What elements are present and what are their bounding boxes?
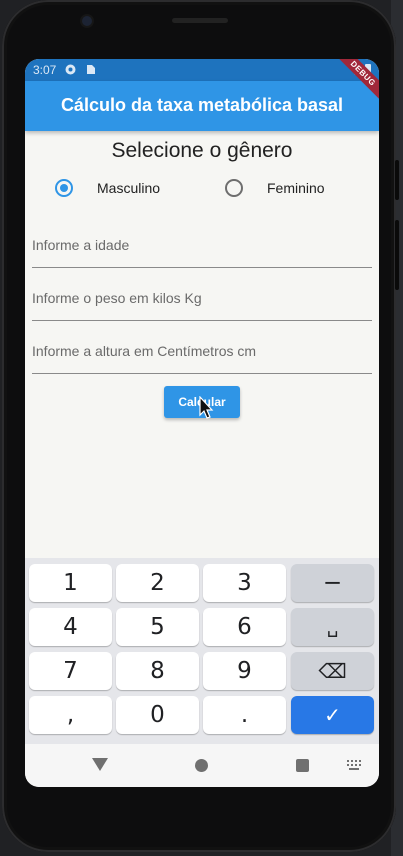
radio-button-male[interactable]: [55, 179, 73, 197]
gender-radio-group: Masculino Feminino: [25, 177, 379, 199]
key-5[interactable]: 5: [116, 608, 199, 646]
age-field: [32, 225, 372, 268]
sd-card-icon: [87, 65, 95, 74]
volume-button: [395, 220, 399, 290]
weight-input[interactable]: [32, 278, 372, 318]
app-screen: 3:07 Cálculo da taxa metabólica basal DE…: [25, 59, 379, 787]
key-comma[interactable]: ,: [29, 696, 112, 734]
notification-icon: [65, 64, 76, 75]
key-space[interactable]: ␣: [291, 608, 374, 646]
key-done[interactable]: ✓: [291, 696, 374, 734]
radio-button-female[interactable]: [225, 179, 243, 197]
key-period[interactable]: .: [203, 696, 286, 734]
key-9[interactable]: 9: [203, 652, 286, 690]
key-3[interactable]: 3: [203, 564, 286, 602]
height-field: [32, 331, 372, 374]
front-camera: [82, 16, 92, 26]
radio-option-male[interactable]: Masculino: [55, 177, 160, 199]
phone-frame: 3:07 Cálculo da taxa metabólica basal DE…: [2, 0, 399, 852]
power-button: [395, 160, 399, 200]
mouse-cursor-icon: [199, 396, 214, 419]
status-bar: 3:07: [25, 59, 379, 81]
age-input[interactable]: [32, 225, 372, 265]
radio-label-female: Feminino: [267, 180, 325, 196]
system-nav-bar: [25, 744, 379, 787]
height-input[interactable]: [32, 331, 372, 371]
status-time: 3:07: [33, 63, 57, 77]
app-bar: Cálculo da taxa metabólica basal: [25, 81, 379, 131]
key-backspace[interactable]: ⌫: [291, 652, 374, 690]
radio-option-female[interactable]: Feminino: [225, 177, 325, 199]
home-icon[interactable]: [195, 759, 208, 772]
earpiece-speaker: [172, 18, 228, 23]
key-minus[interactable]: −: [291, 564, 374, 602]
recent-apps-icon[interactable]: [296, 759, 309, 772]
key-8[interactable]: 8: [116, 652, 199, 690]
key-1[interactable]: 1: [29, 564, 112, 602]
gender-heading: Selecione o gênero: [111, 139, 293, 162]
back-icon[interactable]: [92, 758, 108, 771]
key-0[interactable]: 0: [116, 696, 199, 734]
numeric-keyboard: 1 2 3 − 4 5 6 ␣ 7 8 9 ⌫ , 0 . ✓: [25, 558, 379, 744]
key-6[interactable]: 6: [203, 608, 286, 646]
radio-label-male: Masculino: [97, 180, 161, 196]
key-4[interactable]: 4: [29, 608, 112, 646]
key-7[interactable]: 7: [29, 652, 112, 690]
app-title: Cálculo da taxa metabólica basal: [60, 95, 344, 115]
weight-field: [32, 278, 372, 321]
keyboard-switch-icon[interactable]: [347, 760, 361, 770]
key-2[interactable]: 2: [116, 564, 199, 602]
